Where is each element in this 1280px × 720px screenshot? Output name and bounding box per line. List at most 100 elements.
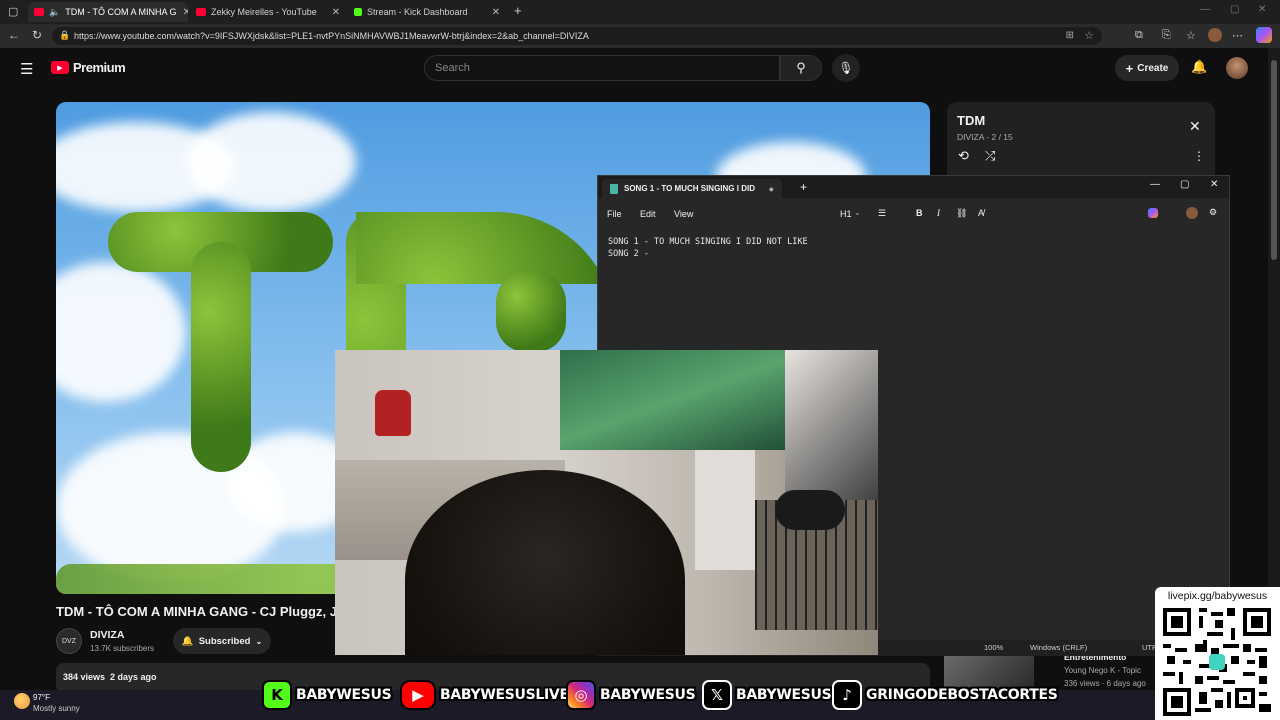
search-placeholder: Search: [435, 62, 470, 74]
menu-file[interactable]: File: [607, 209, 622, 219]
bell-icon: 🔔: [181, 635, 194, 647]
wall-poster: [785, 350, 878, 510]
heading-select[interactable]: H1: [840, 209, 852, 219]
favorites-icon[interactable]: ☆: [1186, 29, 1196, 42]
loop-icon[interactable]: ⟲: [958, 148, 969, 164]
list-icon[interactable]: ☰: [878, 208, 886, 219]
upload-date: 2 days ago: [110, 672, 157, 682]
italic-icon[interactable]: I: [937, 208, 940, 218]
close-icon[interactable]: ✕: [177, 7, 188, 18]
subscribed-button[interactable]: 🔔 Subscribed ⌄: [173, 628, 271, 654]
minimize-icon[interactable]: —: [1200, 4, 1210, 15]
voice-search-button[interactable]: 🎙: [832, 54, 860, 82]
app-icon[interactable]: ⊞: [1066, 30, 1074, 41]
tab-actions-icon[interactable]: ▢: [8, 5, 18, 18]
close-icon[interactable]: ✕: [486, 7, 500, 18]
notepad-tab-title: SONG 1 - TO MUCH SINGING I DID: [624, 184, 755, 193]
maximize-icon[interactable]: ▢: [1230, 4, 1239, 15]
audio-icon[interactable]: 🔈: [49, 7, 60, 18]
create-label: Create: [1137, 62, 1169, 74]
menu-edit[interactable]: Edit: [640, 209, 656, 219]
chevron-down-icon: ⌄: [255, 636, 263, 646]
favorite-star-icon[interactable]: ☆: [1084, 29, 1094, 42]
donation-qr-box: livepix.gg/babywesus: [1155, 587, 1280, 720]
clear-format-icon[interactable]: A̸: [978, 208, 984, 218]
window-close-icon[interactable]: ✕: [1258, 4, 1266, 15]
new-tab-button[interactable]: +: [514, 3, 522, 18]
url-text: https://www.youtube.com/watch?v=9IFSJWXj…: [74, 31, 589, 41]
youtube-logo[interactable]: ▶ Premium: [51, 60, 126, 75]
search-button[interactable]: ⚲: [780, 55, 822, 81]
scrollbar-thumb[interactable]: [1271, 60, 1277, 260]
text-line: SONG 1 - TO MUCH SINGING I DID NOT LIKE: [608, 237, 808, 247]
menu-view[interactable]: View: [674, 209, 693, 219]
split-screen-icon[interactable]: ⎘: [1162, 29, 1171, 42]
back-icon[interactable]: ←: [8, 28, 20, 42]
create-button[interactable]: + Create: [1115, 55, 1179, 81]
url-field[interactable]: 🔒 https://www.youtube.com/watch?v=9IFSJW…: [52, 27, 1102, 45]
kick-icon: K: [262, 680, 292, 710]
profile-avatar[interactable]: [1208, 28, 1222, 42]
plus-icon: +: [1125, 60, 1134, 76]
playlist-panel: TDM DIVIZA - 2 / 15 ✕ ⟲ ⤮ ⋮: [947, 102, 1215, 176]
subscriber-count: 13.7K subscribers: [90, 644, 155, 653]
youtube-header: ☰ ▶ Premium Search ⚲ 🎙 + Create 🔔: [0, 48, 1268, 88]
link-icon[interactable]: ⛓: [956, 208, 967, 219]
copilot-icon[interactable]: [1148, 208, 1158, 218]
refresh-icon[interactable]: ↻: [32, 28, 42, 42]
tab-tdm[interactable]: 🔈 TDM - TÔ COM A MINHA G ✕: [28, 2, 188, 22]
zoom-level[interactable]: 100%: [984, 643, 1003, 652]
tab-zekky[interactable]: Zekky Meirelles - YouTube ✕: [190, 2, 346, 22]
notifications-bell-icon[interactable]: 🔔: [1191, 59, 1207, 75]
instagram-handle: ◎ BABYWESUS: [566, 678, 696, 712]
pix-logo-icon: [1209, 654, 1225, 670]
microphone-icon: 🎙: [838, 61, 854, 75]
instagram-icon: ◎: [566, 680, 596, 710]
youtube-handle-text: BABYWESUSLIVE: [440, 687, 569, 703]
x-handle-text: BABYWESUS: [736, 687, 832, 703]
kick-handle: K BABYWESUS: [262, 678, 392, 712]
channel-avatar[interactable]: DVZ: [56, 628, 82, 654]
close-icon[interactable]: ✕: [326, 7, 340, 18]
minimize-icon[interactable]: —: [1150, 179, 1160, 190]
text-line: SONG 2 -: [608, 249, 649, 259]
bold-icon[interactable]: B: [916, 208, 923, 218]
profile-avatar[interactable]: [1186, 207, 1198, 219]
menu-icon[interactable]: ☰: [20, 60, 33, 78]
more-vert-icon[interactable]: ⋮: [1193, 149, 1205, 163]
cover-letter-t-stem: [191, 242, 251, 472]
playlist-title[interactable]: TDM: [957, 113, 985, 128]
maximize-icon[interactable]: ▢: [1180, 179, 1189, 190]
more-icon[interactable]: ⋯: [1232, 29, 1243, 42]
tiktok-handle: ♪ GRINGODEBOSTACORTES: [832, 678, 1058, 712]
channel-name[interactable]: DIVIZA: [90, 629, 124, 641]
search-input[interactable]: Search: [424, 55, 780, 81]
notepad-text-area[interactable]: SONG 1 - TO MUCH SINGING I DID NOT LIKE S…: [608, 236, 808, 260]
recommended-meta: 336 views · 6 days ago: [1064, 679, 1146, 688]
settings-gear-icon[interactable]: ⚙: [1209, 207, 1217, 218]
webcam-overlay: [335, 350, 878, 655]
copilot-icon[interactable]: [1256, 27, 1272, 43]
close-icon[interactable]: ✕: [1210, 179, 1218, 190]
wall-tapestry: [560, 350, 790, 450]
tab-kick[interactable]: Stream - Kick Dashboard ✕: [348, 2, 506, 22]
donation-link-label: livepix.gg/babywesus: [1167, 590, 1268, 602]
weather-condition: Mostly sunny: [33, 704, 80, 713]
extensions-icon[interactable]: ⧉: [1135, 29, 1143, 42]
browser-tab-bar: ▢ 🔈 TDM - TÔ COM A MINHA G ✕ Zekky Meire…: [0, 0, 1280, 24]
weather-temperature[interactable]: 97°F: [33, 693, 50, 702]
shuffle-icon[interactable]: ⤮: [985, 148, 995, 164]
unsaved-dot-icon[interactable]: ●: [769, 184, 774, 194]
weather-sun-icon[interactable]: [14, 693, 30, 709]
lock-icon: 🔒: [59, 30, 71, 40]
notepad-tab[interactable]: SONG 1 - TO MUCH SINGING I DID ●: [602, 179, 782, 198]
account-avatar[interactable]: [1226, 57, 1248, 79]
line-ending[interactable]: Windows (CRLF): [1030, 643, 1087, 652]
dog: [775, 490, 845, 530]
browser-address-bar: ← ↻ 🔒 https://www.youtube.com/watch?v=9I…: [0, 24, 1280, 48]
tab-label: TDM - TÔ COM A MINHA G: [65, 7, 177, 17]
social-handles-bar: K BABYWESUS ▶ BABYWESUSLIVE ◎ BABYWESUS …: [262, 678, 1058, 712]
video-title: TDM - TÔ COM A MINHA GANG - CJ Pluggz, J…: [56, 604, 345, 619]
close-icon[interactable]: ✕: [1189, 118, 1201, 135]
new-tab-button[interactable]: +: [800, 180, 807, 194]
